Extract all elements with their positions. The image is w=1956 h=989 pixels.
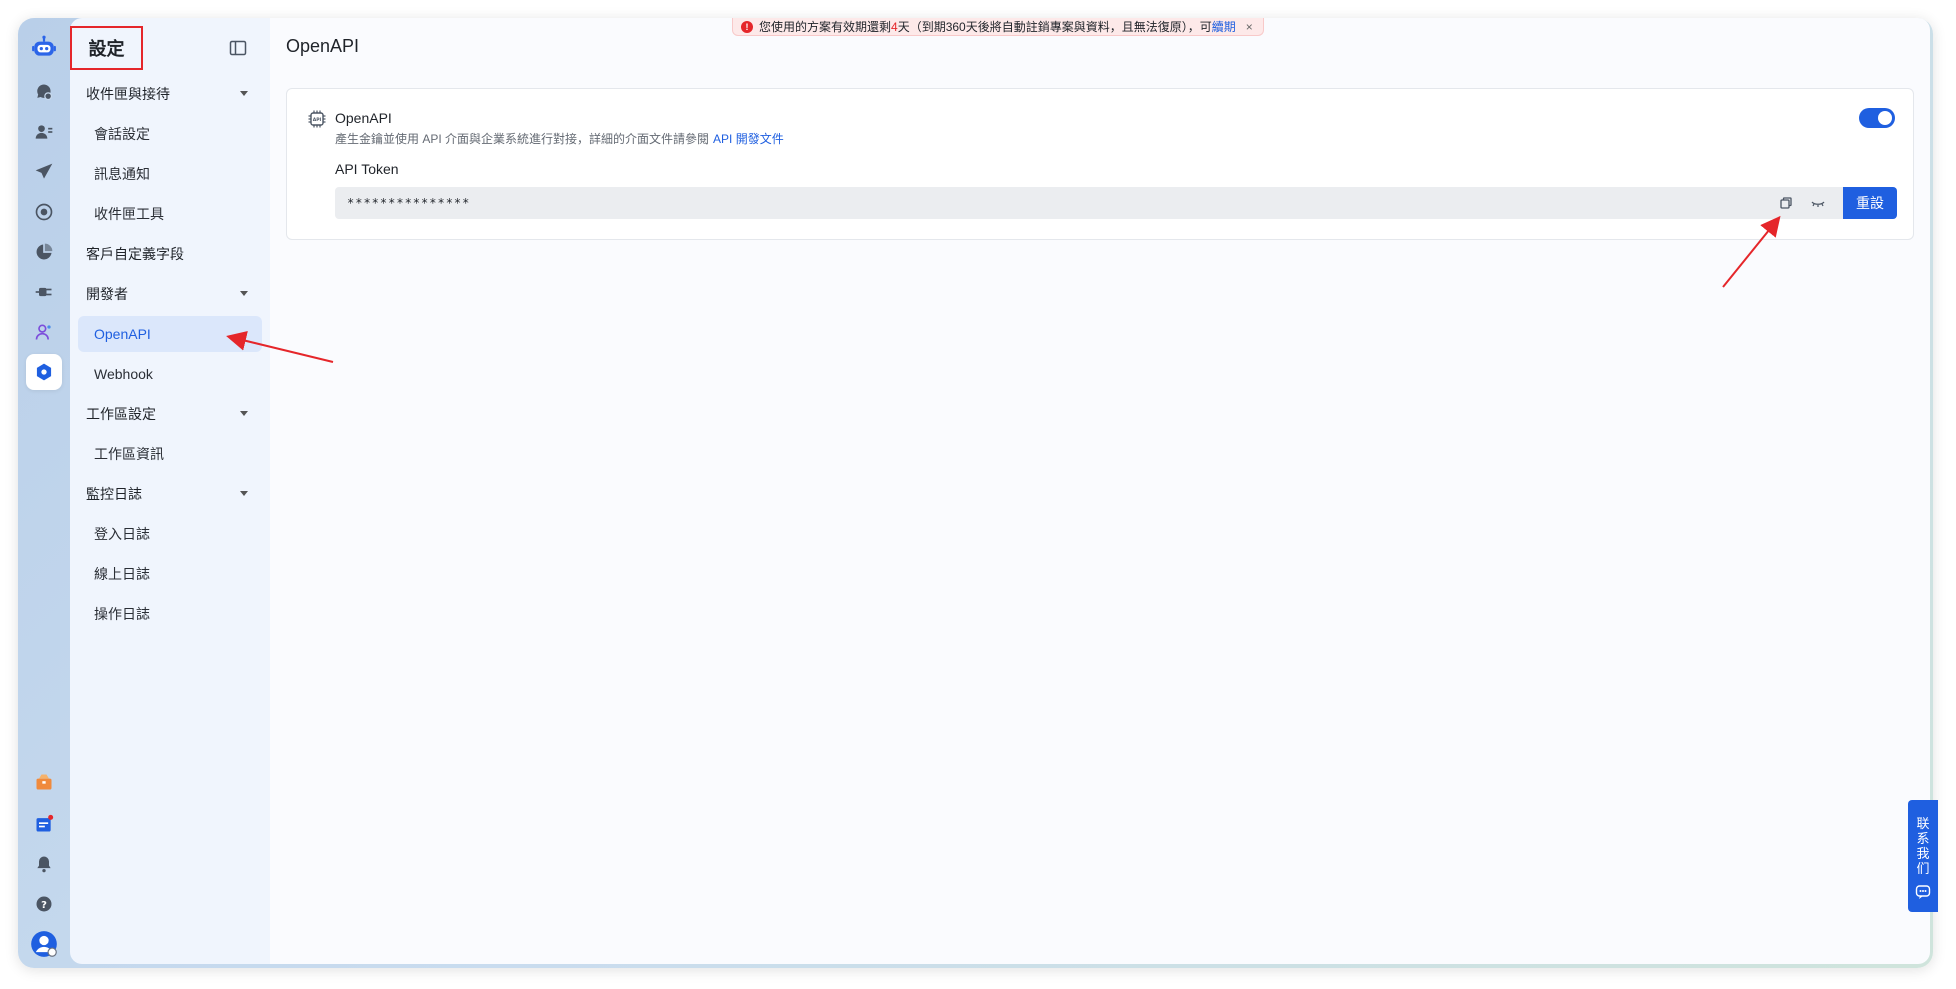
- menu-item-login-log[interactable]: 登入日誌: [78, 516, 262, 552]
- openapi-card: API OpenAPI 產生金鑰並使用 API 介面與企業系統進行對接，詳細的介…: [286, 88, 1914, 240]
- plug-icon[interactable]: [26, 274, 62, 310]
- menu-item-custom-fields[interactable]: 客戶自定義字段: [78, 236, 262, 272]
- menu-item-inbox-tools[interactable]: 收件匣工具: [78, 196, 262, 232]
- card-description: 產生金鑰並使用 API 介面與企業系統進行對接，詳細的介面文件請參閱 API 開發…: [335, 130, 784, 147]
- menu-group-inbox[interactable]: 收件匣與接待: [78, 76, 262, 112]
- icon-rail: ?: [18, 18, 70, 968]
- send-icon[interactable]: [26, 154, 62, 190]
- menu-item-openapi[interactable]: OpenAPI: [78, 316, 262, 352]
- sidebar-title: 設定: [88, 39, 125, 59]
- card-title: OpenAPI: [335, 110, 392, 126]
- settings-menu: 收件匣與接待 會話設定 訊息通知 收件匣工具 客戶自定義字段 開發者 OpenA…: [78, 76, 262, 636]
- card-description-text: 產生金鑰並使用 API 介面與企業系統進行對接，詳細的介面文件請參閱: [335, 132, 710, 146]
- menu-item-notifications[interactable]: 訊息通知: [78, 156, 262, 192]
- package-icon[interactable]: [26, 764, 62, 800]
- contacts-icon[interactable]: [26, 114, 62, 150]
- notice-text-after: 天（到期360天後將自動註銷專案與資料，且無法復原），可: [897, 20, 1212, 34]
- api-chip-icon: API: [307, 109, 327, 129]
- menu-item-online-log[interactable]: 線上日誌: [78, 556, 262, 592]
- menu-group-label: 客戶自定義字段: [86, 246, 184, 262]
- close-notice-icon[interactable]: ×: [1246, 20, 1253, 34]
- menu-item-label: 工作區資訊: [94, 446, 164, 462]
- menu-group-logs[interactable]: 監控日誌: [78, 476, 262, 512]
- menu-item-label: 會話設定: [94, 126, 150, 142]
- menu-item-label: OpenAPI: [94, 326, 151, 342]
- menu-group-label: 開發者: [86, 286, 128, 302]
- openapi-toggle[interactable]: [1859, 108, 1895, 128]
- bot-logo-icon[interactable]: [26, 29, 62, 65]
- menu-item-label: Webhook: [94, 366, 153, 382]
- renew-link[interactable]: 續期: [1212, 18, 1236, 35]
- menu-group-label: 監控日誌: [86, 486, 142, 502]
- help-icon[interactable]: ?: [26, 886, 62, 922]
- eye-closed-icon[interactable]: [1810, 195, 1826, 211]
- menu-group-label: 工作區設定: [86, 406, 156, 422]
- copy-icon[interactable]: [1778, 195, 1794, 211]
- menu-group-label: 收件匣與接待: [86, 86, 170, 102]
- reset-token-button[interactable]: 重設: [1843, 187, 1897, 219]
- menu-item-session-settings[interactable]: 會話設定: [78, 116, 262, 152]
- notice-days: 4: [891, 19, 898, 34]
- settings-sidebar: 設定 收件匣與接待 會話設定 訊息通知 收件匣工具 客戶自定義字段 開發者 Op…: [70, 18, 270, 964]
- page-title: OpenAPI: [286, 36, 360, 56]
- collapse-sidebar-icon[interactable]: [228, 38, 248, 58]
- caret-down-icon: [240, 411, 248, 416]
- bell-icon[interactable]: [26, 846, 62, 882]
- chat-icon[interactable]: [26, 74, 62, 110]
- menu-item-operation-log[interactable]: 操作日誌: [78, 596, 262, 632]
- contact-us-tab[interactable]: 联 系 我 们: [1908, 800, 1938, 912]
- user-avatar-icon[interactable]: [26, 926, 62, 962]
- sidebar-title-highlight: 設定: [70, 26, 143, 70]
- api-token-field[interactable]: ***************: [335, 187, 1847, 219]
- api-doc-link[interactable]: API 開發文件: [713, 132, 784, 146]
- menu-item-label: 操作日誌: [94, 606, 150, 622]
- settings-icon[interactable]: [26, 354, 62, 390]
- contact-char: 们: [1916, 861, 1930, 876]
- main-content: ! 您使用的方案有效期還剩 4 天（到期360天後將自動註銷專案與資料，且無法復原）…: [270, 18, 1930, 964]
- agent-icon[interactable]: [26, 314, 62, 350]
- menu-group-developer[interactable]: 開發者: [78, 276, 262, 312]
- menu-group-workspace[interactable]: 工作區設定: [78, 396, 262, 432]
- radar-icon[interactable]: [26, 194, 62, 230]
- menu-item-label: 訊息通知: [94, 166, 150, 182]
- chat-bubble-icon: [1915, 885, 1931, 899]
- menu-item-label: 收件匣工具: [94, 206, 164, 222]
- caret-down-icon: [240, 91, 248, 96]
- caret-down-icon: [240, 491, 248, 496]
- notice-text: 您使用的方案有效期還剩: [759, 20, 892, 34]
- token-label: API Token: [335, 161, 399, 177]
- menu-item-workspace-info[interactable]: 工作區資訊: [78, 436, 262, 472]
- token-row: *************** 重設: [335, 187, 1897, 219]
- contact-char: 系: [1916, 831, 1930, 846]
- warning-icon: !: [741, 20, 753, 33]
- expiry-notice-banner: ! 您使用的方案有效期還剩 4 天（到期360天後將自動註銷專案與資料，且無法復原）…: [732, 18, 1264, 36]
- calendar-icon[interactable]: [26, 806, 62, 842]
- menu-item-label: 登入日誌: [94, 526, 150, 542]
- menu-item-label: 線上日誌: [94, 566, 150, 582]
- svg-text:API: API: [313, 117, 322, 123]
- contact-char: 我: [1916, 846, 1930, 861]
- menu-item-webhook[interactable]: Webhook: [78, 356, 262, 392]
- svg-text:?: ?: [41, 900, 47, 911]
- pie-chart-icon[interactable]: [26, 234, 62, 270]
- caret-down-icon: [240, 291, 248, 296]
- contact-char: 联: [1916, 816, 1930, 831]
